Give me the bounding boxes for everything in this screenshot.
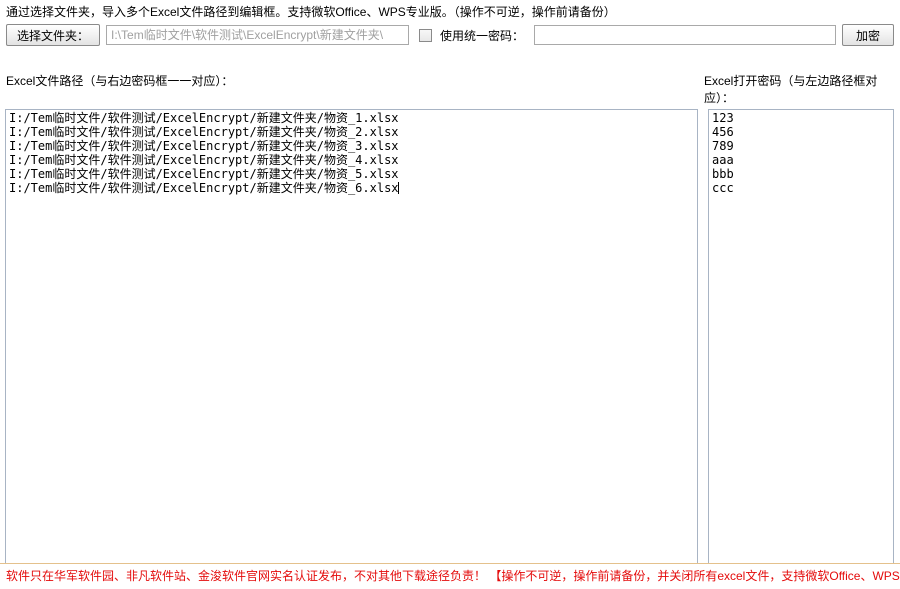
unified-password-checkbox[interactable] <box>419 29 432 42</box>
panes: I:/Tem临时文件/软件测试/ExcelEncrypt/新建文件夹/物资_1.… <box>0 108 900 564</box>
file-paths-textarea[interactable]: I:/Tem临时文件/软件测试/ExcelEncrypt/新建文件夹/物资_1.… <box>5 109 698 564</box>
description-text: 通过选择文件夹，导入多个Excel文件路径到编辑框。支持微软Office、WPS… <box>0 0 900 21</box>
toolbar: 选择文件夹： I:\Tem临时文件\软件测试\ExcelEncrypt\新建文件… <box>0 21 900 52</box>
app-window: 通过选择文件夹，导入多个Excel文件路径到编辑框。支持微软Office、WPS… <box>0 0 900 589</box>
file-paths-label: Excel文件路径（与右边密码框一一对应）： <box>6 72 704 106</box>
folder-path-input[interactable]: I:\Tem临时文件\软件测试\ExcelEncrypt\新建文件夹\ <box>106 25 409 45</box>
section-labels: Excel文件路径（与右边密码框一一对应）： Excel打开密码（与左边路径框对… <box>0 52 900 108</box>
passwords-textarea[interactable]: 123 456 789 aaa bbb ccc <box>708 109 894 564</box>
unified-password-input[interactable] <box>534 25 836 45</box>
select-folder-button[interactable]: 选择文件夹： <box>6 24 100 46</box>
passwords-label: Excel打开密码（与左边路径框对应）： <box>704 72 894 106</box>
footer-warning: 软件只在华军软件园、非凡软件站、金浚软件官网实名认证发布，不对其他下载途径负责！… <box>0 563 900 589</box>
unified-password-label: 使用统一密码： <box>440 27 524 44</box>
encrypt-button[interactable]: 加密 <box>842 24 894 46</box>
